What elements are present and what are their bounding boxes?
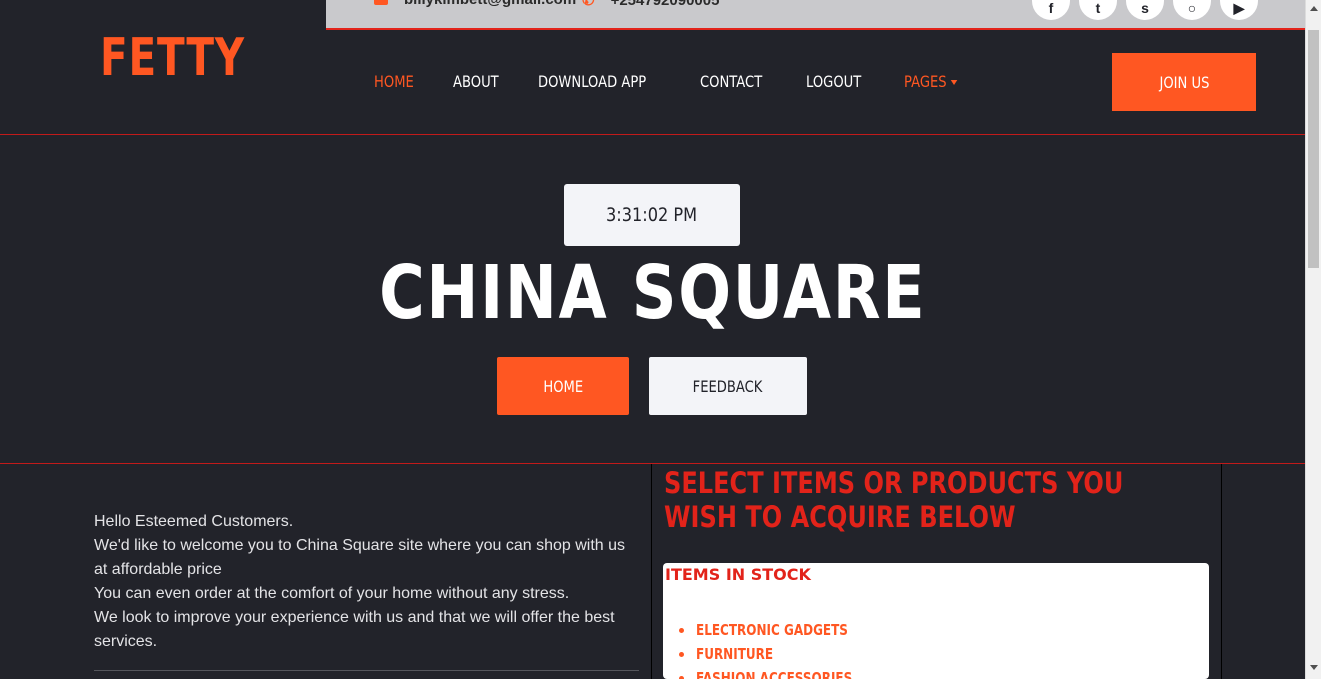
welcome-message: Hello Esteemed Customers. We'd like to w… [94, 510, 642, 654]
hero-title-text: CHINA SQUARE [378, 250, 927, 336]
panel-border-right [1221, 464, 1222, 679]
nav-about[interactable]: ABOUT [453, 72, 499, 91]
stock-item-label: FASHION ACCESSORIES [696, 669, 853, 679]
main-nav: HOME ABOUT DOWNLOAD APP CONTACT LOGOUT P… [374, 72, 968, 91]
list-item[interactable]: FURNITURE [678, 642, 891, 666]
scrollbar-thumb[interactable] [1308, 30, 1319, 268]
phone-contact[interactable]: ✆ +254792090005 [582, 0, 719, 9]
welcome-line: You can even order at the comfort of you… [94, 585, 570, 602]
nav-logout[interactable]: LOGOUT [806, 72, 861, 91]
stock-item-label: ELECTRONIC GADGETS [696, 621, 848, 639]
site-logo[interactable]: FETTY [100, 28, 245, 88]
nav-contact[interactable]: CONTACT [700, 72, 762, 91]
welcome-divider [94, 670, 639, 671]
youtube-icon[interactable]: ▶ [1220, 0, 1258, 20]
hero-home-label: HOME [543, 376, 583, 396]
products-heading: SELECT ITEMS OR PRODUCTS YOU WISH TO ACQ… [664, 466, 1124, 534]
instagram-icon[interactable]: ○ [1173, 0, 1211, 20]
hero-divider [0, 463, 1305, 464]
top-contact-bar: billykimbett@gmail.com ✆ +254792090005 f… [326, 0, 1305, 30]
welcome-line: We'd like to welcome you to China Square… [94, 537, 626, 578]
join-us-button[interactable]: JOIN US [1112, 53, 1256, 111]
nav-pages-label: PAGES [903, 72, 947, 91]
scroll-up-icon[interactable] [1310, 6, 1318, 11]
scroll-down-icon[interactable] [1310, 665, 1318, 670]
header-divider [0, 134, 1305, 135]
hero-feedback-label: FEEDBACK [693, 376, 763, 396]
phone-text: +254792090005 [610, 0, 720, 9]
hero-title: CHINA SQUARE [0, 250, 1305, 336]
hero-home-button[interactable]: HOME [497, 357, 629, 415]
email-contact[interactable]: billykimbett@gmail.com [374, 0, 576, 8]
hero-feedback-button[interactable]: FEEDBACK [649, 357, 807, 415]
email-text: billykimbett@gmail.com [404, 0, 576, 8]
twitter-icon[interactable]: t [1079, 0, 1117, 20]
welcome-line: Hello Esteemed Customers. [94, 513, 294, 530]
chevron-down-icon [950, 80, 957, 85]
items-in-stock-card: ITEMS IN STOCK ELECTRONIC GADGETS FURNIT… [663, 563, 1209, 679]
nav-download-app[interactable]: DOWNLOAD APP [538, 72, 646, 91]
stock-title: ITEMS IN STOCK [665, 565, 811, 584]
live-clock: 3:31:02 PM [564, 184, 740, 246]
stock-item-label: FURNITURE [696, 645, 774, 663]
welcome-line: We look to improve your experience with … [94, 609, 615, 650]
nav-home[interactable]: HOME [374, 72, 414, 91]
snapchat-icon[interactable]: s [1126, 0, 1164, 20]
nav-pages-dropdown[interactable]: PAGES [904, 72, 957, 91]
page-scrollbar[interactable] [1305, 0, 1321, 679]
stock-list: ELECTRONIC GADGETS FURNITURE FASHION ACC… [678, 618, 891, 679]
list-item[interactable]: ELECTRONIC GADGETS [678, 618, 891, 642]
join-us-label: JOIN US [1159, 72, 1209, 92]
panel-border-left [651, 464, 652, 679]
phone-icon: ✆ [582, 0, 595, 9]
facebook-icon[interactable]: f [1032, 0, 1070, 20]
clock-time: 3:31:02 PM [606, 204, 698, 226]
social-links: f t s ○ ▶ [1032, 0, 1258, 20]
list-item[interactable]: FASHION ACCESSORIES [678, 666, 891, 679]
envelope-icon [374, 0, 388, 5]
